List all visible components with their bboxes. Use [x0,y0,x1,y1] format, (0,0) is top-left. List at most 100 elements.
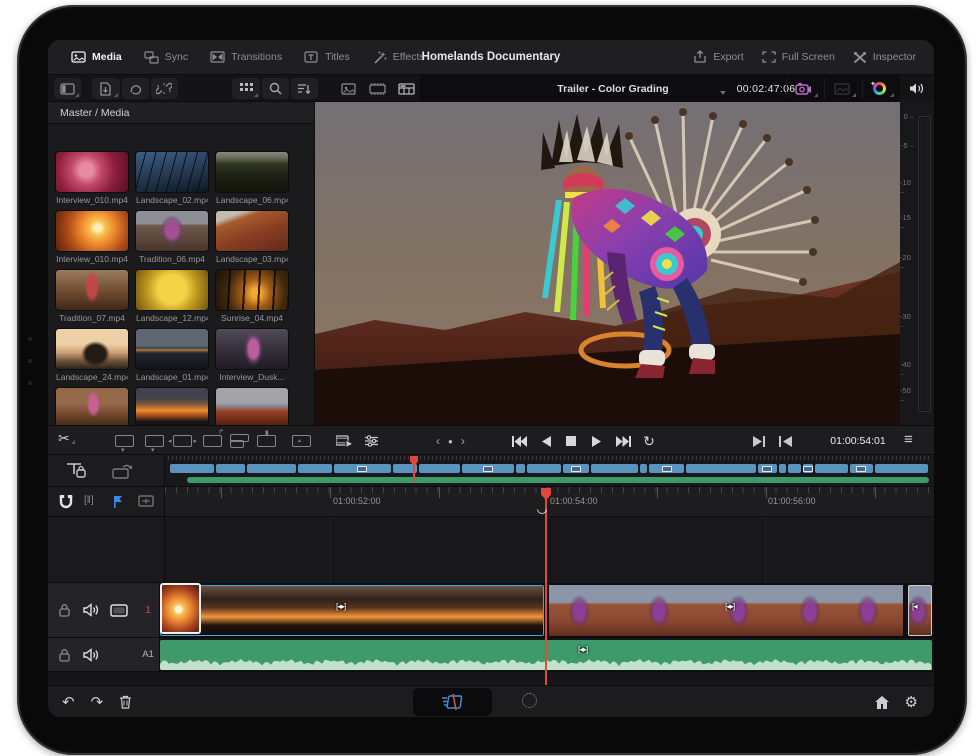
scene-cut-detect-button[interactable] [824,78,858,99]
media-clip[interactable]: Interview_Dusk... [216,329,288,382]
media-clip[interactable]: Landscape_03.mp4 [216,211,288,264]
track-enable-icon[interactable] [110,604,128,617]
timeline-preset-dropdown[interactable]: Trailer - Color Grading [508,83,718,95]
tab-sync[interactable]: Sync [135,47,197,68]
timeline-options-menu[interactable]: ≡ [904,426,913,456]
media-clip[interactable]: Sunrise_04.mp4 [216,270,288,323]
export-button[interactable]: Export [693,50,743,64]
overview-clip-segment[interactable] [591,464,637,473]
overview-clip-segment[interactable] [649,464,685,473]
play-around-button[interactable] [746,426,772,456]
media-clip[interactable]: Interview_010.mp4 [56,211,128,264]
fullscreen-button[interactable]: Full Screen [762,51,835,63]
media-pool-layout-button[interactable] [54,78,81,99]
overview-clip-segment[interactable] [247,464,296,473]
tool-overwrite[interactable]: ▾ [145,435,164,447]
jog-dot-icon[interactable]: ● [448,437,453,446]
mixer-button[interactable] [358,426,384,456]
tool-place-on-top[interactable]: ↱ [203,435,222,447]
breadcrumb[interactable]: Master / Media [48,102,314,124]
track-mute-icon[interactable] [83,603,100,617]
tab-titles[interactable]: Titles [295,47,359,68]
tool-picture-in-picture[interactable]: ▲ [292,435,311,447]
tab-effects[interactable]: Effects [363,47,434,68]
timeline-empty-area[interactable] [165,517,934,583]
track-lock-icon[interactable] [58,603,71,617]
overview-clip-segment[interactable] [788,464,800,473]
snap-button[interactable] [58,494,74,510]
overview-clip-segment[interactable] [334,464,391,473]
tool-ripple-overwrite[interactable]: ◂▸ [173,435,192,447]
tool-smart-insert[interactable]: ▾ [115,435,134,447]
overview-clip-segment[interactable] [170,464,214,473]
timeline-overview[interactable] [165,455,934,487]
timeline-clip-dancer-b[interactable] [788,585,903,636]
settings-button[interactable]: ⚙ [905,693,918,711]
jog-left-icon[interactable]: ‹ [436,434,440,448]
overview-clip-segment[interactable] [527,464,561,473]
cut-page-button[interactable] [413,688,492,716]
overview-clip-segment[interactable] [298,464,332,473]
play-reverse-button[interactable] [532,426,558,456]
camera-button[interactable] [786,78,820,99]
import-media-button[interactable] [92,78,119,99]
tab-media[interactable]: Media [62,47,131,68]
overview-clip-segment[interactable] [462,464,514,473]
grid-view-button[interactable] [232,78,259,99]
timeline-clip-sunset[interactable] [160,585,544,636]
overview-clip-segment[interactable] [815,464,847,473]
media-clip[interactable]: Interview_010.mp4 [56,152,128,205]
media-clip[interactable]: Tradition_06.mp4 [136,211,208,264]
media-clip[interactable]: Landscape_01.mp4 [136,329,208,382]
redo-button[interactable]: ↷ [91,693,104,711]
selected-clip-thumbnail[interactable] [160,583,201,634]
overview-clip-segment[interactable] [516,464,525,473]
strip-view-button[interactable] [393,78,420,99]
filmstrip-view-button[interactable] [364,78,391,99]
inspector-button[interactable]: Inspector [853,51,916,64]
delete-button[interactable] [119,695,132,709]
overview-clip-segment[interactable] [419,464,460,473]
previous-edit-button[interactable] [772,426,798,456]
track-height-button[interactable] [138,495,154,507]
split-clip-button[interactable]: ✂ [58,430,70,447]
overview-clip-segment[interactable] [758,464,778,473]
audio-trim-button[interactable]: [‖] [84,495,94,506]
marker-flag-button[interactable] [112,495,125,508]
sort-button[interactable] [291,78,318,99]
undo-button[interactable]: ↶ [62,693,75,711]
auto-color-button[interactable]: ✦ [862,78,896,99]
loop-button[interactable]: ↻ [636,426,662,456]
thumbnail-view-button[interactable] [335,78,362,99]
home-button[interactable] [875,696,889,709]
play-button[interactable] [584,426,610,456]
overview-clip-segment[interactable] [803,464,814,473]
overview-clip-segment[interactable] [850,464,873,473]
stop-button[interactable] [558,426,584,456]
color-page-button[interactable] [522,693,537,708]
media-clip[interactable]: Landscape_02.mp4 [136,152,208,205]
audio-lock-icon[interactable] [58,648,71,662]
tool-source-overwrite[interactable]: ▮ [257,435,276,447]
audio-mute-icon[interactable] [83,648,100,662]
overview-playhead[interactable] [413,456,418,482]
media-clip[interactable]: Landscape_12.mp4 [136,270,208,323]
viewer-image[interactable] [315,102,900,425]
jog-right-icon[interactable]: › [461,434,465,448]
overview-clip-segment[interactable] [563,464,590,473]
tool-lock-button[interactable] [66,462,88,480]
media-clip[interactable]: Tradition_07.mp4 [56,270,128,323]
jog-control[interactable]: ‹ ● › [436,426,465,456]
speaker-icon[interactable] [909,82,925,95]
search-button[interactable] [262,78,289,99]
go-to-start-button[interactable] [506,426,532,456]
resync-clips-button[interactable] [122,78,149,99]
filmstrip-play-button[interactable] [332,426,358,456]
tab-transitions[interactable]: Transitions [201,47,291,68]
overview-clip-segment[interactable] [779,464,786,473]
overview-clip-segment[interactable] [686,464,755,473]
media-clip[interactable]: Landscape_06.mp4 [216,152,288,205]
overview-clip-segment[interactable] [875,464,928,473]
go-to-end-button[interactable] [610,426,636,456]
relink-media-button[interactable] [151,78,178,99]
